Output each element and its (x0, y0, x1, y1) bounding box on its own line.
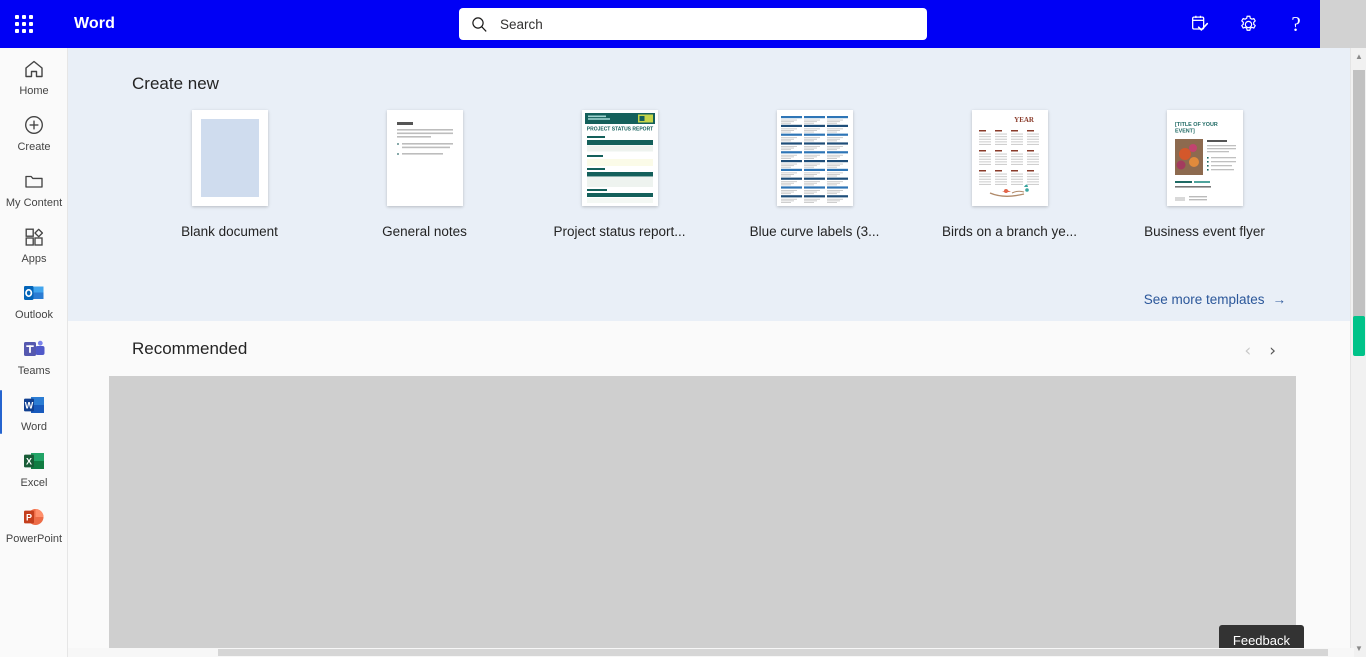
word-icon: W (24, 397, 44, 413)
svg-text:W: W (25, 401, 34, 411)
template-card-blue-curve-labels[interactable]: Blue curve labels (3... (717, 110, 912, 239)
search-box[interactable] (459, 8, 927, 40)
sidebar-item-label: PowerPoint (5, 533, 63, 545)
excel-icon: X (24, 453, 44, 469)
plus-circle-icon (25, 116, 43, 134)
svg-text:PROJECT STATUS REPORT: PROJECT STATUS REPORT (586, 127, 653, 133)
settings-button[interactable] (1224, 0, 1272, 48)
template-label: Project status report... (553, 224, 686, 239)
app-launcher-button[interactable] (0, 0, 48, 48)
see-more-templates-link[interactable]: See more templates → (1144, 292, 1286, 307)
template-card-project-status-report[interactable]: PROJECT STATUS REPORT Project status rep… (522, 110, 717, 239)
sidebar-item-outlook[interactable]: Outlook (0, 272, 68, 328)
template-thumbnail-wrapper (386, 110, 463, 206)
scroll-up-arrow-icon[interactable]: ▲ (1351, 48, 1366, 65)
gear-icon (1240, 15, 1256, 31)
sidebar-item-word[interactable]: W Word (0, 384, 68, 440)
svg-text:X: X (26, 457, 32, 467)
template-thumbnail-wrapper: PROJECT STATUS REPORT (581, 110, 658, 206)
template-card-blank-document[interactable]: Blank document (132, 110, 327, 239)
home-icon (25, 60, 43, 78)
help-button[interactable]: ? (1272, 0, 1320, 48)
waffle-icon (15, 15, 33, 33)
svg-text:YEAR: YEAR (1014, 116, 1035, 124)
template-card-general-notes[interactable]: General notes (327, 110, 522, 239)
template-thumbnail-wrapper (776, 110, 853, 206)
left-navigation-rail: Home Create My Content Apps Outlook Team… (0, 48, 68, 657)
teams-icon (24, 340, 45, 356)
vertical-scrollbar-thumb[interactable] (1353, 70, 1365, 332)
sidebar-item-my-content[interactable]: My Content (0, 160, 68, 216)
outlook-icon (24, 286, 44, 300)
template-thumbnail-wrapper: YEAR (971, 110, 1048, 206)
sidebar-item-label: Teams (17, 365, 51, 377)
sidebar-item-create[interactable]: Create (0, 104, 68, 160)
scrollbar-progress-marker (1353, 316, 1365, 356)
project-status-report-thumbnail: PROJECT STATUS REPORT (581, 110, 658, 206)
folder-icon (25, 175, 43, 188)
main-content: Create new Blank document General notes … (68, 48, 1354, 657)
blank-document-thumbnail (191, 110, 268, 206)
sidebar-item-label: Create (17, 141, 51, 153)
horizontal-scrollbar[interactable] (68, 648, 1354, 657)
recommended-carousel-nav: ‹ › (1244, 343, 1276, 360)
business-event-flyer-thumbnail: [TITLE OF YOUR EVENT] (1166, 110, 1243, 206)
svg-text:P: P (26, 513, 32, 523)
vertical-scrollbar[interactable]: ▲ ▼ (1350, 48, 1366, 657)
template-label: Blue curve labels (3... (749, 224, 880, 239)
template-label: Birds on a branch ye... (941, 224, 1078, 239)
birds-calendar-thumbnail: YEAR (971, 110, 1048, 206)
sidebar-item-home[interactable]: Home (0, 48, 68, 104)
topbar-actions: ? (1176, 0, 1320, 48)
tasks-button[interactable] (1176, 0, 1224, 48)
sidebar-item-label: Excel (20, 477, 48, 489)
recommended-list-placeholder (109, 376, 1296, 656)
sidebar-item-teams[interactable]: Teams (0, 328, 68, 384)
powerpoint-icon: P (24, 509, 44, 525)
sidebar-item-apps[interactable]: Apps (0, 216, 68, 272)
apps-grid-icon (25, 228, 44, 246)
template-label: Business event flyer (1144, 224, 1265, 239)
template-card-birds-on-a-branch[interactable]: YEAR Birds on a branch ye... (912, 110, 1107, 239)
chevron-right-icon[interactable]: › (1269, 343, 1276, 360)
template-thumbnail-wrapper: [TITLE OF YOUR EVENT] (1166, 110, 1243, 206)
sidebar-item-label: Apps (21, 253, 47, 265)
app-title[interactable]: Word (74, 15, 115, 33)
create-new-title: Create new (132, 74, 219, 93)
suite-header-bar: Word ? (0, 0, 1320, 48)
template-thumbnail-wrapper (191, 110, 268, 206)
general-notes-thumbnail (386, 110, 463, 206)
blue-curve-labels-thumbnail (776, 110, 853, 206)
recommended-title: Recommended (132, 339, 248, 358)
horizontal-scrollbar-thumb[interactable] (218, 649, 1328, 656)
see-more-templates-label: See more templates (1143, 292, 1265, 307)
create-new-section: Create new Blank document General notes … (68, 48, 1354, 321)
recommended-header: Recommended (68, 339, 1354, 359)
template-label: General notes (382, 224, 467, 239)
template-label: Blank document (181, 224, 278, 239)
svg-text:[TITLE OF YOUR: [TITLE OF YOUR (1175, 122, 1218, 128)
sidebar-item-powerpoint[interactable]: P PowerPoint (0, 496, 68, 552)
chevron-left-icon[interactable]: ‹ (1244, 343, 1251, 360)
help-icon: ? (1291, 11, 1301, 36)
search-icon (472, 16, 487, 32)
topbar-right-filler (1320, 0, 1366, 48)
template-gallery: Blank document General notes PROJECT STA… (68, 110, 1354, 239)
template-card-business-event-flyer[interactable]: [TITLE OF YOUR EVENT] Business event fly… (1107, 110, 1302, 239)
svg-text:EVENT]: EVENT] (1175, 129, 1195, 135)
recommended-section: Recommended ‹ › (68, 321, 1354, 656)
search-input[interactable] (500, 16, 915, 32)
sidebar-item-label: Word (20, 421, 48, 433)
sidebar-item-excel[interactable]: X Excel (0, 440, 68, 496)
arrow-right-icon: → (1272, 292, 1287, 307)
sidebar-item-label: My Content (5, 197, 63, 209)
sidebar-item-label: Home (19, 85, 49, 97)
tasks-icon (1192, 15, 1209, 31)
sidebar-item-label: Outlook (15, 309, 53, 321)
